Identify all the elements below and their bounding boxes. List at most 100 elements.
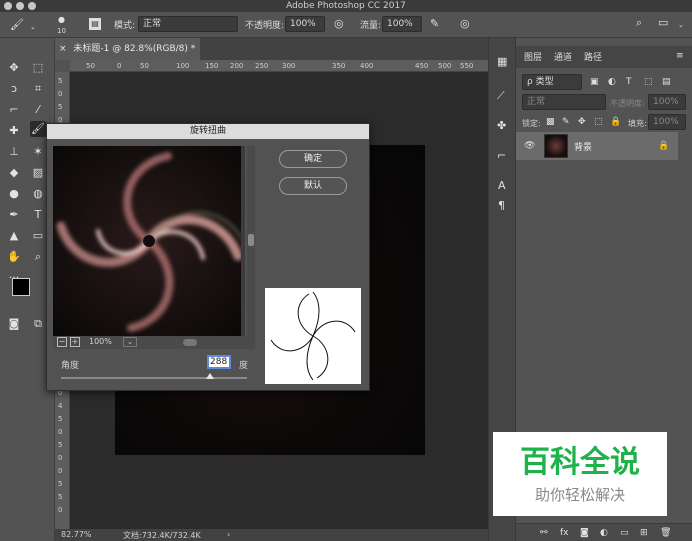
fill-input[interactable]: 100% <box>648 114 686 130</box>
workspace-chevron-icon[interactable]: ⌄ <box>678 19 684 31</box>
history-panel-icon[interactable]: ⟋ <box>497 90 505 102</box>
mode-select[interactable]: 正常 <box>138 16 238 32</box>
lasso-tool-icon[interactable]: ↄ <box>6 81 22 97</box>
document-tab[interactable]: × 未标题-1 @ 82.8%(RGB/8) * <box>55 38 200 60</box>
quick-select-tool-icon[interactable]: ⌗ <box>30 81 46 97</box>
layer-row-background[interactable]: 👁 背景 🔒 <box>516 132 678 160</box>
panel-menu-icon[interactable]: ≡ <box>676 50 684 62</box>
zoom-level[interactable]: 82.77% <box>61 530 92 539</box>
preview-area[interactable] <box>53 146 245 336</box>
angle-unit: 度 <box>239 361 249 371</box>
lock-transparent-icon[interactable]: ▩ <box>546 116 555 128</box>
search-icon[interactable]: ⌕ <box>636 17 642 29</box>
lock-pixels-icon[interactable]: ✎ <box>562 116 570 128</box>
preview-scrollbar[interactable] <box>247 146 255 336</box>
angle-input[interactable] <box>207 355 231 369</box>
layers-footer: ⚯ fx ◙ ◐ ▭ ⊞ 🗑 <box>516 523 692 541</box>
link-layers-icon[interactable]: ⚯ <box>540 527 548 539</box>
shape-tool-icon[interactable]: ▭ <box>30 228 46 244</box>
brush-preset-icon[interactable]: ● <box>58 14 65 26</box>
status-arrow-icon[interactable]: › <box>227 530 230 539</box>
brush-tool-icon[interactable]: 🖌 <box>10 19 24 31</box>
paragraph-panel-icon[interactable]: ¶ <box>498 200 505 212</box>
tab-paths[interactable]: 路径 <box>584 50 602 63</box>
eyedropper-tool-icon[interactable]: ⁄ <box>30 102 46 118</box>
filter-type-icon[interactable]: T <box>626 76 632 88</box>
lock-position-icon[interactable]: ✥ <box>578 116 586 128</box>
layer-thumbnail <box>544 134 568 158</box>
filter-smart-icon[interactable]: ▤ <box>662 76 671 88</box>
color-panel-icon[interactable]: ▦ <box>497 56 507 68</box>
adjustments-panel-icon[interactable]: ✤ <box>497 120 506 132</box>
lock-all-icon[interactable]: 🔒 <box>610 116 621 128</box>
delete-layer-icon[interactable]: 🗑 <box>660 527 671 539</box>
document-info: 文档:732.4K/732.4K <box>123 531 201 540</box>
zoom-tool-icon[interactable]: ⌕ <box>30 249 46 265</box>
lock-artboard-icon[interactable]: ⬚ <box>594 116 603 128</box>
close-window-button[interactable] <box>4 2 12 10</box>
zoom-window-button[interactable] <box>28 2 36 10</box>
status-bar: 82.77% 文档:732.4K/732.4K › <box>55 529 488 541</box>
new-layer-icon[interactable]: ⊞ <box>640 527 648 539</box>
ruler-tick: 450 <box>415 62 429 70</box>
dodge-tool-icon[interactable]: ◍ <box>30 186 46 202</box>
minimize-window-button[interactable] <box>16 2 24 10</box>
chevron-down-icon[interactable]: ⌄ <box>30 21 36 33</box>
opacity-label: 不透明度: <box>245 21 285 31</box>
crop-tool-icon[interactable]: ⌐ <box>6 102 22 118</box>
filter-pixel-icon[interactable]: ▣ <box>590 76 599 88</box>
angle-slider-track[interactable] <box>61 377 247 379</box>
adjustment-layer-icon[interactable]: ◐ <box>600 527 608 539</box>
pressure-opacity-icon[interactable]: ◎ <box>334 18 344 30</box>
healing-tool-icon[interactable]: ✚ <box>6 123 22 139</box>
angle-slider-thumb[interactable] <box>205 373 214 379</box>
ruler-tick: 50 <box>140 62 149 70</box>
path-select-icon[interactable]: ▲ <box>6 228 22 244</box>
tab-layers[interactable]: 图层 <box>524 50 542 63</box>
character-panel-icon[interactable]: A <box>498 180 506 192</box>
quick-mask-icon[interactable]: ◙ <box>6 316 22 332</box>
filter-adjust-icon[interactable]: ◐ <box>608 76 616 88</box>
layer-opacity-input[interactable]: 100% <box>648 94 686 110</box>
default-button[interactable]: 默认 <box>279 177 347 195</box>
blur-tool-icon[interactable]: ● <box>6 186 22 202</box>
marquee-tool-icon[interactable]: ⬚ <box>30 60 46 76</box>
hscroll-thumb[interactable] <box>183 339 197 346</box>
foreground-color-swatch[interactable] <box>12 278 30 296</box>
zoom-dropdown-icon[interactable]: ⌄ <box>123 337 137 347</box>
pen-tool-icon[interactable]: ✒ <box>6 207 22 223</box>
ruler-tick: 50 <box>86 62 95 70</box>
layer-filter-kind[interactable]: ρ 类型 <box>522 74 582 90</box>
close-tab-icon[interactable]: × <box>59 44 67 54</box>
brush-tool-icon[interactable]: 🖌 <box>30 121 46 137</box>
zoom-out-button[interactable]: − <box>57 337 67 347</box>
visibility-eye-icon[interactable]: 👁 <box>524 140 535 152</box>
type-tool-icon[interactable]: T <box>30 207 46 223</box>
screen-mode-icon[interactable]: ⧉ <box>30 316 46 332</box>
ruler-tick: 0 <box>58 428 63 436</box>
airbrush-icon[interactable]: ✎ <box>430 18 439 30</box>
history-brush-icon[interactable]: ✶ <box>30 144 46 160</box>
move-tool-icon[interactable]: ✥ <box>6 60 22 76</box>
ok-button[interactable]: 确定 <box>279 150 347 168</box>
stamp-tool-icon[interactable]: ⊥ <box>6 144 22 160</box>
workspace-icon[interactable]: ▭ <box>658 17 668 29</box>
filter-shape-icon[interactable]: ⬚ <box>644 76 653 88</box>
gradient-tool-icon[interactable]: ▨ <box>30 165 46 181</box>
scroll-thumb[interactable] <box>248 234 254 246</box>
blend-mode-select[interactable]: 正常 <box>522 94 606 110</box>
twirl-grid-icon <box>270 291 356 381</box>
brush-panel-icon[interactable]: ▤ <box>89 18 101 30</box>
new-group-icon[interactable]: ▭ <box>620 527 629 539</box>
layer-style-button[interactable]: fx <box>560 527 569 539</box>
tab-channels[interactable]: 通道 <box>554 50 572 63</box>
flow-input[interactable]: 100% <box>382 16 422 32</box>
hand-tool-icon[interactable]: ✋ <box>6 249 22 265</box>
opacity-input[interactable]: 100% <box>285 16 325 32</box>
add-mask-icon[interactable]: ◙ <box>580 527 589 539</box>
crop-panel-icon[interactable]: ⌐ <box>497 150 506 162</box>
zoom-in-button[interactable]: + <box>70 337 80 347</box>
pressure-size-icon[interactable]: ◎ <box>460 18 470 30</box>
eraser-tool-icon[interactable]: ◆ <box>6 165 22 181</box>
ruler-tick: 0 <box>117 62 122 70</box>
